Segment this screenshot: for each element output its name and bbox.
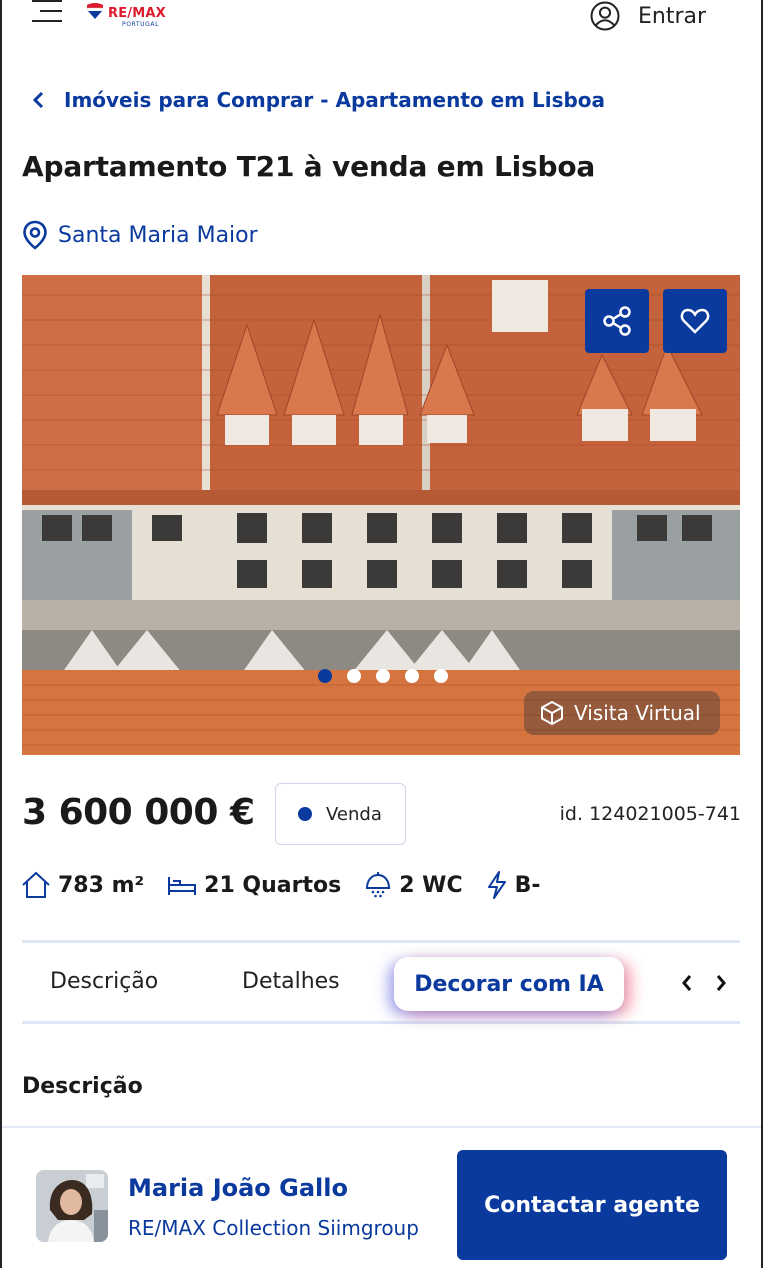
bed-icon — [168, 877, 197, 895]
chevron-left-icon[interactable] — [680, 973, 694, 993]
agent-office: RE/MAX Collection Siimgroup — [128, 1216, 419, 1240]
share-icon — [603, 306, 631, 336]
login-label: Entrar — [638, 3, 707, 29]
shower-icon — [366, 872, 391, 898]
breadcrumb[interactable]: Imóveis para Comprar - Apartamento em Li… — [30, 88, 605, 112]
tab-detalhes[interactable]: Detalhes — [242, 969, 340, 994]
feature-list: 783 m² 21 Quartos 2 WC B- — [20, 870, 563, 900]
chevron-left-icon — [32, 91, 44, 109]
gallery-dot[interactable] — [405, 669, 419, 683]
cube-icon — [541, 700, 563, 726]
virtual-tour-button[interactable]: Visita Virtual — [524, 691, 720, 735]
page-title: Apartamento T21 à venda em Lisboa — [22, 150, 596, 183]
top-header: RE/MAX PORTUGAL Entrar — [0, 0, 763, 36]
area-label: 783 m² — [58, 872, 145, 898]
login-button[interactable]: Entrar — [586, 0, 706, 32]
user-icon — [590, 1, 620, 31]
gallery-dot[interactable] — [376, 669, 390, 683]
bedrooms-label: 21 Quartos — [204, 872, 342, 898]
listing-id: id. 124021005-741 — [559, 803, 741, 825]
location-label: Santa Maria Maior — [58, 222, 258, 248]
tab-decorar-ia-label: Decorar com IA — [414, 971, 604, 997]
location-pin-icon — [23, 220, 47, 250]
bathrooms-label: 2 WC — [399, 872, 463, 898]
gallery-dot[interactable] — [434, 669, 448, 683]
contact-agent-label: Contactar agente — [484, 1192, 700, 1218]
breadcrumb-label: Imóveis para Comprar - Apartamento em Li… — [64, 88, 606, 112]
tab-decorar-ia[interactable]: Decorar com IA — [394, 957, 624, 1011]
avatar[interactable] — [36, 1170, 108, 1242]
tab-descricao[interactable]: Descrição — [50, 969, 158, 994]
heart-icon — [680, 308, 710, 334]
remax-logo[interactable]: RE/MAX PORTUGAL — [86, 2, 166, 28]
feature-bathrooms: 2 WC — [363, 870, 463, 900]
price: 3 600 000 € — [22, 792, 255, 833]
agent-photo — [36, 1170, 108, 1242]
energy-label: B- — [514, 872, 541, 898]
contact-agent-button[interactable]: Contactar agente — [457, 1150, 727, 1260]
tab-bar: Descrição Detalhes Decorar com IA — [22, 940, 740, 1024]
section-title: Descrição — [22, 1074, 143, 1099]
gallery-dot[interactable] — [318, 669, 332, 683]
menu-icon[interactable] — [32, 0, 66, 26]
agent-bar: Maria João Gallo RE/MAX Collection Siimg… — [0, 1126, 763, 1268]
favorite-button[interactable] — [663, 289, 727, 353]
feature-bedrooms: 21 Quartos — [166, 873, 341, 898]
balloon-icon — [86, 2, 104, 20]
chevron-right-icon[interactable] — [714, 973, 728, 993]
logo-text: RE/MAX — [108, 6, 166, 21]
deal-type-label: Venda — [326, 803, 382, 825]
property-photo[interactable]: Visita Virtual — [22, 275, 740, 755]
logo-subtext: PORTUGAL — [122, 21, 160, 28]
deal-type-badge: Venda — [275, 783, 406, 845]
feature-area: 783 m² — [20, 870, 144, 900]
status-dot — [298, 807, 312, 821]
house-icon — [22, 871, 50, 898]
agent-name[interactable]: Maria João Gallo — [128, 1174, 348, 1202]
location[interactable]: Santa Maria Maior — [22, 220, 258, 250]
gallery-pagination — [318, 669, 448, 683]
lightning-icon — [487, 871, 506, 899]
share-button[interactable] — [585, 289, 649, 353]
virtual-tour-label: Visita Virtual — [574, 701, 701, 725]
gallery-dot[interactable] — [347, 669, 361, 683]
feature-energy: B- — [485, 870, 541, 900]
